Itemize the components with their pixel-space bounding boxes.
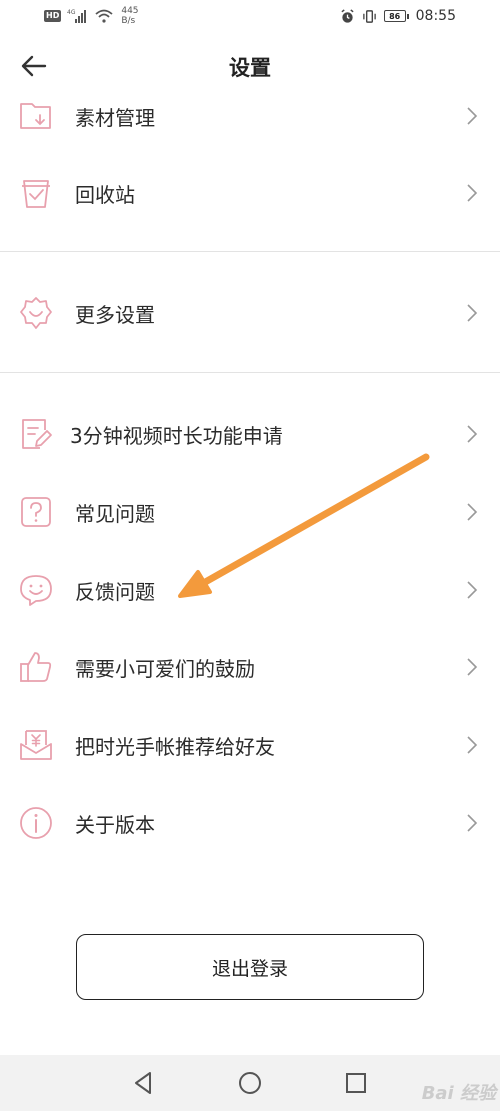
- nav-home-icon[interactable]: [236, 1069, 264, 1097]
- signal-icon: 4G: [67, 9, 87, 23]
- yuan-share-icon: [20, 730, 52, 760]
- menu-item-label: 素材管理: [75, 106, 155, 130]
- chevron-right-icon: [467, 814, 478, 832]
- menu-item-faq[interactable]: 常见问题: [0, 482, 500, 542]
- menu-item-label: 把时光手帐推荐给好友: [75, 735, 275, 759]
- logout-button[interactable]: 退出登录: [76, 934, 424, 1000]
- section-divider: [0, 251, 500, 252]
- menu-item-about-version[interactable]: 关于版本: [0, 793, 500, 853]
- menu-item-label: 更多设置: [75, 303, 155, 327]
- speed-unit: B/s: [121, 16, 136, 26]
- chevron-right-icon: [467, 503, 478, 521]
- question-icon: [21, 497, 51, 527]
- thumbs-up-icon: [20, 652, 52, 682]
- trash-icon: [22, 180, 50, 208]
- settings-screen: HD 4G 445 B/s 86 08:55 设置 素材管理 回收站 更多设置 …: [0, 0, 500, 1111]
- menu-item-video-duration-apply[interactable]: 3分钟视频时长功能申请: [0, 404, 500, 464]
- battery-level: 86: [383, 10, 406, 22]
- edit-document-icon: [22, 419, 52, 449]
- menu-item-feedback[interactable]: 反馈问题: [0, 560, 500, 620]
- chevron-right-icon: [467, 736, 478, 754]
- chevron-right-icon: [467, 658, 478, 676]
- wifi-icon: [95, 9, 113, 23]
- folder-download-icon: [20, 103, 51, 129]
- status-right: 86 08:55: [340, 8, 456, 24]
- info-icon: [20, 807, 52, 839]
- menu-item-more-settings[interactable]: 更多设置: [0, 283, 500, 343]
- menu-item-label: 常见问题: [75, 502, 155, 526]
- chevron-right-icon: [467, 107, 478, 125]
- status-left: HD 4G 445 B/s: [44, 6, 139, 26]
- watermark: Bai 经验: [421, 1083, 496, 1104]
- hd-badge: HD: [44, 10, 62, 22]
- speed-value: 445: [121, 6, 139, 16]
- menu-item-encourage[interactable]: 需要小可爱们的鼓励: [0, 637, 500, 697]
- chevron-right-icon: [467, 581, 478, 599]
- menu-item-label: 需要小可爱们的鼓励: [75, 657, 255, 681]
- app-header: 设置: [0, 40, 500, 92]
- nav-recents-icon[interactable]: [342, 1069, 370, 1097]
- menu-item-materials[interactable]: 素材管理: [0, 86, 500, 146]
- menu-item-label: 3分钟视频时长功能申请: [70, 424, 283, 448]
- menu-item-label: 回收站: [75, 183, 135, 207]
- alarm-icon: [341, 8, 354, 23]
- menu-item-recycle-bin[interactable]: 回收站: [0, 163, 500, 223]
- network-speed: 445 B/s: [121, 6, 138, 26]
- chevron-right-icon: [467, 304, 478, 322]
- chevron-right-icon: [467, 425, 478, 443]
- menu-item-recommend[interactable]: 把时光手帐推荐给好友: [0, 715, 500, 775]
- chevron-right-icon: [467, 184, 478, 202]
- menu-item-label: 关于版本: [75, 813, 155, 837]
- status-bar: HD 4G 445 B/s 86 08:55: [0, 0, 500, 34]
- gear-icon: [20, 297, 52, 329]
- nav-back-icon[interactable]: [130, 1069, 158, 1097]
- system-nav-bar: Bai 经验: [0, 1055, 500, 1111]
- section-divider: [0, 372, 500, 373]
- clock: 08:55: [415, 8, 456, 24]
- network-type: 4G: [67, 9, 76, 16]
- battery-icon: 86: [383, 10, 409, 22]
- menu-item-label: 反馈问题: [75, 580, 155, 604]
- page-title: 设置: [229, 56, 271, 80]
- smile-chat-icon: [20, 575, 52, 606]
- vibrate-icon: [362, 9, 376, 23]
